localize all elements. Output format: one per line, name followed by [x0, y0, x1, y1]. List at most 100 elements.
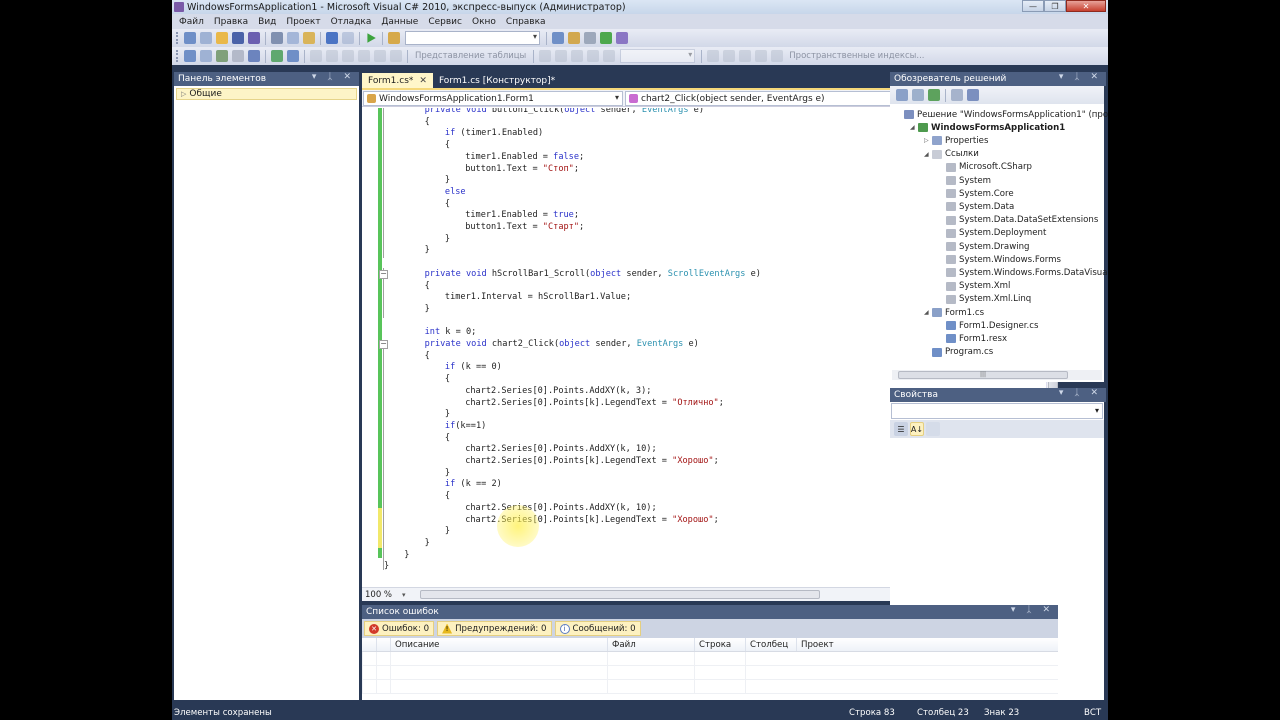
- zoom-level[interactable]: 100 %: [362, 590, 402, 600]
- comment-icon[interactable]: [271, 50, 283, 62]
- find-icon[interactable]: [552, 32, 564, 44]
- table-icon[interactable]: [310, 50, 322, 62]
- alphabetical-icon[interactable]: A↓: [910, 422, 924, 436]
- toolbar-grip[interactable]: [176, 50, 179, 62]
- categorized-icon[interactable]: ☰: [894, 422, 908, 436]
- tree-item[interactable]: System.Xml.Linq: [938, 293, 1031, 306]
- expand-toggle-icon[interactable]: ◢: [910, 124, 918, 131]
- relationship-icon[interactable]: [342, 50, 354, 62]
- tree-item[interactable]: System.Core: [938, 187, 1014, 200]
- cut-icon[interactable]: [271, 32, 283, 44]
- menu-file[interactable]: Файл: [174, 17, 209, 27]
- toolbox-icon[interactable]: [584, 32, 596, 44]
- group-icon[interactable]: [587, 50, 600, 62]
- sort-icon[interactable]: [555, 50, 568, 62]
- menu-tools[interactable]: Сервис: [423, 17, 467, 27]
- align-icon[interactable]: [200, 50, 212, 62]
- page-break-icon[interactable]: [755, 50, 768, 62]
- view-code-icon[interactable]: [951, 89, 963, 101]
- expand-toggle-icon[interactable]: ◢: [924, 309, 932, 316]
- layout-icon[interactable]: [707, 50, 720, 62]
- col-file[interactable]: Файл: [607, 638, 694, 651]
- tree-item[interactable]: System.Deployment: [938, 227, 1046, 240]
- tree-item[interactable]: System: [938, 174, 991, 187]
- tree-item[interactable]: ◢ Ссылки: [924, 148, 979, 161]
- property-pages-icon[interactable]: [926, 422, 940, 436]
- messages-filter-button[interactable]: i Сообщений: 0: [554, 621, 641, 636]
- tree-item[interactable]: ▷ Properties: [924, 134, 988, 147]
- zoom-icon[interactable]: [723, 50, 736, 62]
- tree-item[interactable]: Program.cs: [924, 346, 993, 359]
- new-project-icon[interactable]: [184, 32, 196, 44]
- menu-debug[interactable]: Отладка: [326, 17, 377, 27]
- expand-toggle-icon[interactable]: ◢: [924, 151, 932, 158]
- col-project[interactable]: Проект: [796, 638, 876, 651]
- tab-form1-designer[interactable]: Form1.cs [Конструктор]*: [433, 73, 561, 88]
- toolbar-grip[interactable]: [176, 32, 179, 44]
- spatial-indexes-button[interactable]: Пространственные индексы...: [789, 51, 924, 61]
- chevron-down-icon[interactable]: ▾: [402, 591, 406, 599]
- col-line[interactable]: Строка: [694, 638, 745, 651]
- paste-icon[interactable]: [303, 32, 315, 44]
- class-combo[interactable]: WindowsFormsApplication1.Form1 ▾: [363, 91, 623, 106]
- maximize-icon[interactable]: ❐: [1044, 0, 1066, 12]
- tree-item[interactable]: System.Drawing: [938, 240, 1030, 253]
- start-debugging-icon[interactable]: [367, 33, 376, 43]
- tree-item[interactable]: ◢ WindowsFormsApplication1: [910, 121, 1065, 134]
- view-designer-icon[interactable]: [967, 89, 979, 101]
- filter-icon[interactable]: [571, 50, 584, 62]
- extension-icon[interactable]: [600, 32, 612, 44]
- pointer-icon[interactable]: [216, 50, 228, 62]
- close-icon[interactable]: ✕: [1066, 0, 1106, 12]
- tab-order-icon[interactable]: [184, 50, 196, 62]
- properties-icon[interactable]: [896, 89, 908, 101]
- col-icon[interactable]: [362, 638, 376, 651]
- panel-controls[interactable]: ▾ ᛣ ✕: [1059, 388, 1102, 398]
- panel-controls[interactable]: ▾ ᛣ ✕: [1059, 72, 1102, 82]
- tree-item[interactable]: ◢ Form1.cs: [924, 306, 984, 319]
- diagram-combo[interactable]: [620, 49, 696, 63]
- check-icon[interactable]: [390, 50, 402, 62]
- tree-item[interactable]: System.Windows.Forms.DataVisualization: [938, 266, 1108, 279]
- font-size-icon[interactable]: [232, 50, 244, 62]
- solution-horizontal-scrollbar[interactable]: |||: [892, 370, 1102, 380]
- join-icon[interactable]: [603, 50, 616, 62]
- tree-item[interactable]: Form1.resx: [938, 332, 1007, 345]
- tree-item[interactable]: Microsoft.CSharp: [938, 161, 1032, 174]
- table-add-icon[interactable]: [326, 50, 338, 62]
- page-icon[interactable]: [739, 50, 752, 62]
- undo-icon[interactable]: [326, 32, 338, 44]
- index-icon[interactable]: [374, 50, 386, 62]
- properties-window-icon[interactable]: [568, 32, 580, 44]
- panel-controls[interactable]: ▾ ᛣ ✕: [312, 72, 355, 82]
- autosize-icon[interactable]: [771, 50, 784, 62]
- tree-item[interactable]: System.Windows.Forms: [938, 253, 1061, 266]
- open-file-icon[interactable]: [216, 32, 228, 44]
- panel-controls[interactable]: ▾ ᛣ ✕: [1011, 605, 1054, 615]
- scroll-thumb[interactable]: |||: [898, 371, 1068, 379]
- refresh-icon[interactable]: [928, 89, 940, 101]
- col-description[interactable]: Описание: [390, 638, 607, 651]
- object-selector-combo[interactable]: [891, 403, 1103, 419]
- save-icon[interactable]: [232, 32, 244, 44]
- db-explorer-icon[interactable]: [616, 32, 628, 44]
- tree-item[interactable]: System.Data.DataSetExtensions: [938, 214, 1098, 227]
- collapse-icon[interactable]: −: [379, 270, 388, 279]
- errors-filter-button[interactable]: ✕ Ошибок: 0: [364, 621, 435, 636]
- menu-view[interactable]: Вид: [253, 17, 281, 27]
- menu-help[interactable]: Справка: [501, 17, 551, 27]
- tree-item[interactable]: System.Xml: [938, 280, 1010, 293]
- copy-icon[interactable]: [287, 32, 299, 44]
- column-icon[interactable]: [539, 50, 552, 62]
- list-icon[interactable]: [248, 50, 260, 62]
- tree-item[interactable]: System.Data: [938, 200, 1014, 213]
- save-all-icon[interactable]: [248, 32, 260, 44]
- menu-project[interactable]: Проект: [281, 17, 325, 27]
- menu-data[interactable]: Данные: [376, 17, 423, 27]
- redo-icon[interactable]: [342, 32, 354, 44]
- expand-toggle-icon[interactable]: ▷: [924, 137, 932, 144]
- col-number[interactable]: [376, 638, 390, 651]
- add-item-icon[interactable]: [200, 32, 212, 44]
- menu-edit[interactable]: Правка: [209, 17, 253, 27]
- table-view-dropdown[interactable]: Представление таблицы: [415, 51, 526, 61]
